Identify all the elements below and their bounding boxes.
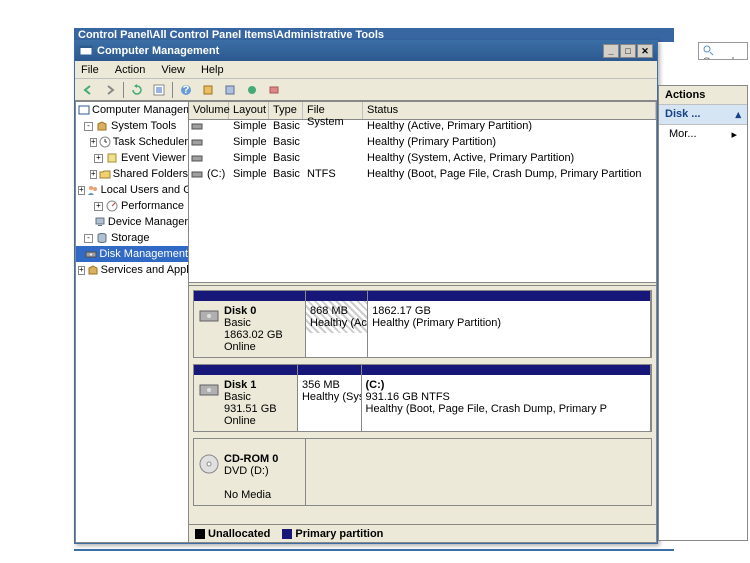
tool-icon[interactable] [199,81,217,99]
refresh-button[interactable] [128,81,146,99]
col-type[interactable]: Type [269,102,303,119]
center-pane: Volume Layout Type File System Status Si… [189,101,657,543]
chevron-right-icon: ▸ [731,128,737,141]
partition[interactable]: 1862.17 GBHealthy (Primary Partition) [368,291,651,357]
volume-row[interactable]: SimpleBasicHealthy (Primary Partition) [189,136,656,152]
tool-icon-3[interactable] [243,81,261,99]
partition[interactable]: 868 MBHealthy (Active, Prima [306,291,368,357]
partition[interactable]: (C:)931.16 GB NTFSHealthy (Boot, Page Fi… [362,365,651,431]
disk-row[interactable]: Disk 1Basic931.51 GBOnline356 MBHealthy … [193,364,652,432]
menu-action[interactable]: Action [113,63,148,77]
tree-shared-folders[interactable]: +Shared Folders [76,166,188,182]
tree-device-manager[interactable]: Device Manager [76,214,188,230]
actions-selected[interactable]: Disk ...▴ [659,105,747,125]
actions-header: Actions [659,86,747,105]
tree-event-viewer[interactable]: +Event Viewer [76,150,188,166]
menubar: File Action View Help [75,61,657,79]
svg-text:?: ? [183,84,190,96]
col-layout[interactable]: Layout [229,102,269,119]
volume-row[interactable]: SimpleBasicHealthy (System, Active, Prim… [189,152,656,168]
tree-local-users[interactable]: +Local Users and G [76,182,188,198]
search-placeholder: Search Ad [703,56,738,60]
search-icon [703,45,714,56]
col-fs[interactable]: File System [303,102,363,119]
tree-performance[interactable]: +Performance [76,198,188,214]
legend-unalloc-swatch [195,529,205,539]
tree-storage[interactable]: -Storage [76,230,188,246]
bottom-divider [74,549,674,551]
help-button[interactable]: ? [177,81,195,99]
menu-view[interactable]: View [159,63,187,77]
partition[interactable]: 356 MBHealthy (System, A [298,365,362,431]
menu-help[interactable]: Help [199,63,226,77]
app-icon [79,44,93,58]
tool-icon-4[interactable] [265,81,283,99]
col-volume[interactable]: Volume [189,102,229,119]
titlebar[interactable]: Computer Management _ □ ✕ [75,41,657,61]
volume-header[interactable]: Volume Layout Type File System Status [189,102,656,120]
maximize-button[interactable]: □ [620,44,636,58]
forward-button[interactable] [101,81,119,99]
tree-root[interactable]: Computer Management [76,102,188,118]
tool-icon-2[interactable] [221,81,239,99]
legend-unalloc-label: Unallocated [208,528,270,540]
collapse-icon: ▴ [735,108,741,121]
tree-system-tools[interactable]: -System Tools [76,118,188,134]
actions-pane: Actions Disk ...▴ Mor...▸ [658,85,748,541]
minimize-button[interactable]: _ [603,44,619,58]
disk-row[interactable]: CD-ROM 0DVD (D:)No Media [193,438,652,506]
tree-pane[interactable]: Computer Management -System Tools +Task … [75,101,189,543]
volume-row[interactable]: SimpleBasicHealthy (Active, Primary Part… [189,120,656,136]
menu-file[interactable]: File [79,63,101,77]
volume-row[interactable]: (C:)SimpleBasicNTFSHealthy (Boot, Page F… [189,168,656,184]
disk-graphical-view[interactable]: Disk 0Basic1863.02 GBOnline868 MBHealthy… [189,286,656,524]
search-input[interactable]: Search Ad [698,42,748,60]
volume-list[interactable]: SimpleBasicHealthy (Active, Primary Part… [189,120,656,282]
legend: Unallocated Primary partition [189,524,656,542]
col-status[interactable]: Status [363,102,656,119]
legend-primary-label: Primary partition [295,528,383,540]
window-title: Computer Management [97,45,603,57]
tree-services[interactable]: +Services and Applic [76,262,188,278]
actions-more[interactable]: Mor...▸ [659,125,747,144]
disk-row[interactable]: Disk 0Basic1863.02 GBOnline868 MBHealthy… [193,290,652,358]
legend-primary-swatch [282,529,292,539]
close-button[interactable]: ✕ [637,44,653,58]
tree-disk-management[interactable]: Disk Management [76,246,188,262]
properties-button[interactable] [150,81,168,99]
toolbar: ? [75,79,657,101]
back-button[interactable] [79,81,97,99]
tree-task-scheduler[interactable]: +Task Scheduler [76,134,188,150]
mmc-window: Computer Management _ □ ✕ File Action Vi… [74,40,658,544]
